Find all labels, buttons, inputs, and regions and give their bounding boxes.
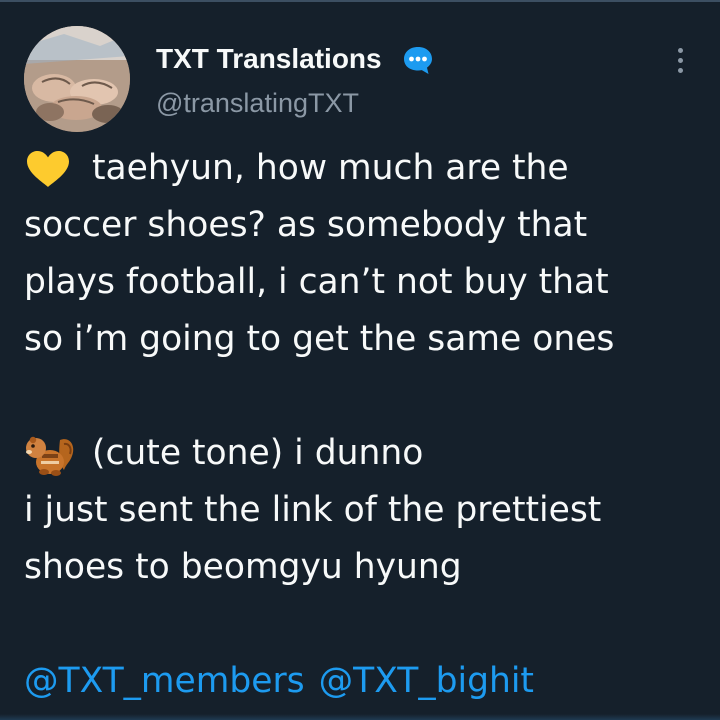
tweet-text: taehyun, how much are the soccer shoes? … <box>24 140 714 710</box>
more-dot <box>677 47 683 53</box>
tweet-line: soccer shoes? as somebody that <box>24 197 714 254</box>
bottom-edge <box>0 714 720 720</box>
tweet-line: (cute tone) i dunno <box>24 425 714 482</box>
more-options-icon[interactable] <box>664 40 696 80</box>
yellow-heart-icon <box>24 149 76 189</box>
tweet-line-text: shoes to beomgyu hyung <box>24 547 462 587</box>
mention-link-txt-members[interactable]: @TXT_members <box>24 653 305 710</box>
mention-link-txt-bighit[interactable]: @TXT_bighit <box>319 653 534 710</box>
author-handle[interactable]: @translatingTXT <box>156 86 359 120</box>
tweet-line-text: soccer shoes? as somebody that <box>24 205 588 245</box>
chipmunk-icon <box>24 434 76 476</box>
tweet-line: so i’m going to get the same ones <box>24 311 714 368</box>
tweet-line <box>24 368 714 425</box>
top-divider <box>0 0 720 2</box>
avatar[interactable] <box>24 26 130 132</box>
mentions-line: @TXT_members @TXT_bighit <box>24 653 714 710</box>
speech-bubble-icon <box>401 43 435 77</box>
tweet-line: taehyun, how much are the <box>24 140 714 197</box>
more-dot <box>677 57 683 63</box>
tweet-line: plays football, i can’t not buy that <box>24 254 714 311</box>
tweet-line-text: (cute tone) i dunno <box>92 433 424 473</box>
tweet-line-text: i just sent the link of the prettiest <box>24 490 602 530</box>
avatar-image <box>24 26 130 132</box>
author-display-name[interactable]: TXT Translations <box>156 42 382 76</box>
tweet-line: shoes to beomgyu hyung <box>24 539 714 596</box>
tweet-line-text: so i’m going to get the same ones <box>24 319 615 359</box>
tweet-line <box>24 596 714 653</box>
more-dot <box>677 67 683 73</box>
tweet-line: i just sent the link of the prettiest <box>24 482 714 539</box>
tweet-line-text: taehyun, how much are the <box>92 148 569 188</box>
tweet-line-text: plays football, i can’t not buy that <box>24 262 609 302</box>
